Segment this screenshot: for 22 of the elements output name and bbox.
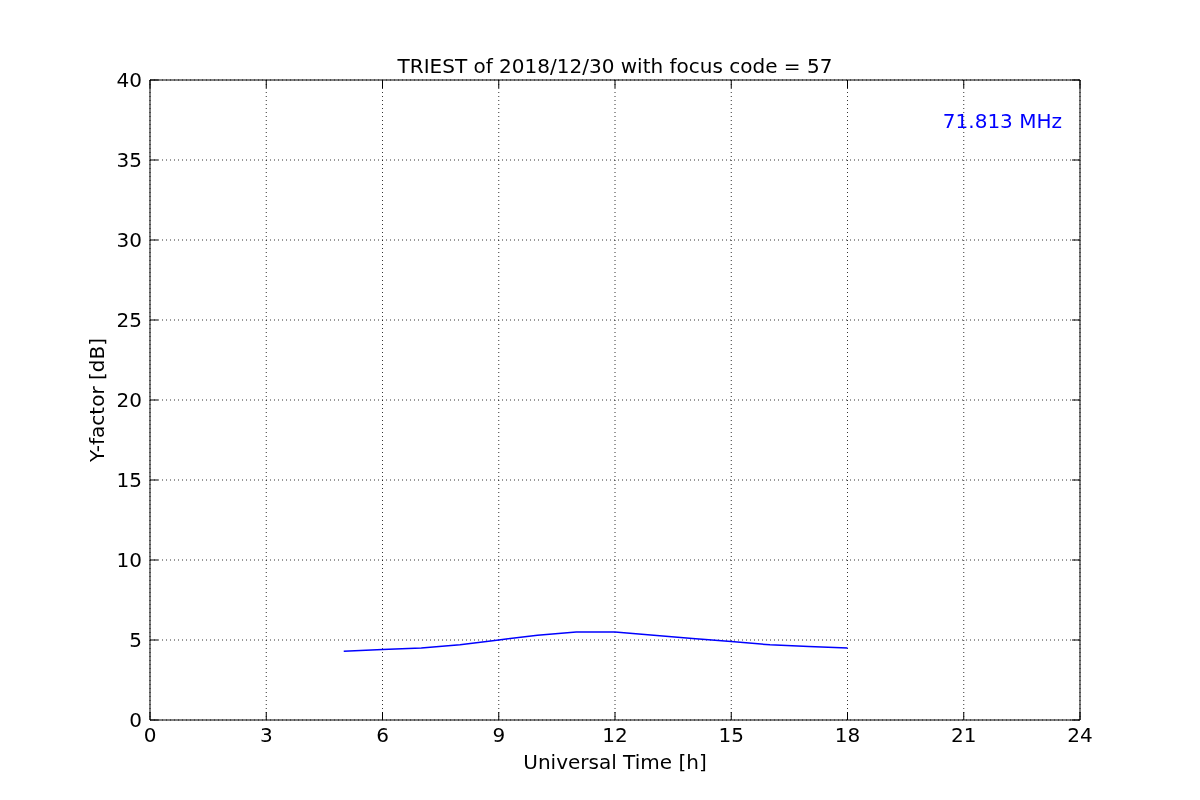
x-tick-label: 0 (143, 723, 157, 747)
x-tick-label: 18 (834, 723, 861, 747)
x-tick-label: 3 (259, 723, 273, 747)
y-tick-label: 5 (129, 628, 142, 652)
y-tick-label: 20 (116, 388, 142, 412)
y-tick-label: 35 (116, 148, 142, 172)
x-tick-label: 21 (951, 723, 977, 747)
y-tick-label: 15 (116, 468, 142, 492)
y-tick-label: 30 (116, 228, 142, 252)
legend-label: 71.813 MHz (942, 109, 1062, 133)
y-tick-label: 25 (116, 308, 142, 332)
y-tick-label: 10 (116, 548, 142, 572)
x-tick-label: 6 (376, 723, 389, 747)
x-tick-label: 12 (602, 723, 628, 747)
y-tick-label: 0 (129, 708, 142, 732)
x-axis-label: Universal Time [h] (523, 750, 707, 774)
chart-title: TRIEST of 2018/12/30 with focus code = 57 (397, 54, 833, 78)
y-tick-label: 40 (116, 68, 142, 92)
x-tick-label: 15 (718, 723, 744, 747)
x-tick-label: 24 (1067, 723, 1093, 747)
y-axis-label: Y-factor [dB] (85, 338, 109, 462)
x-tick-label: 9 (492, 723, 506, 747)
